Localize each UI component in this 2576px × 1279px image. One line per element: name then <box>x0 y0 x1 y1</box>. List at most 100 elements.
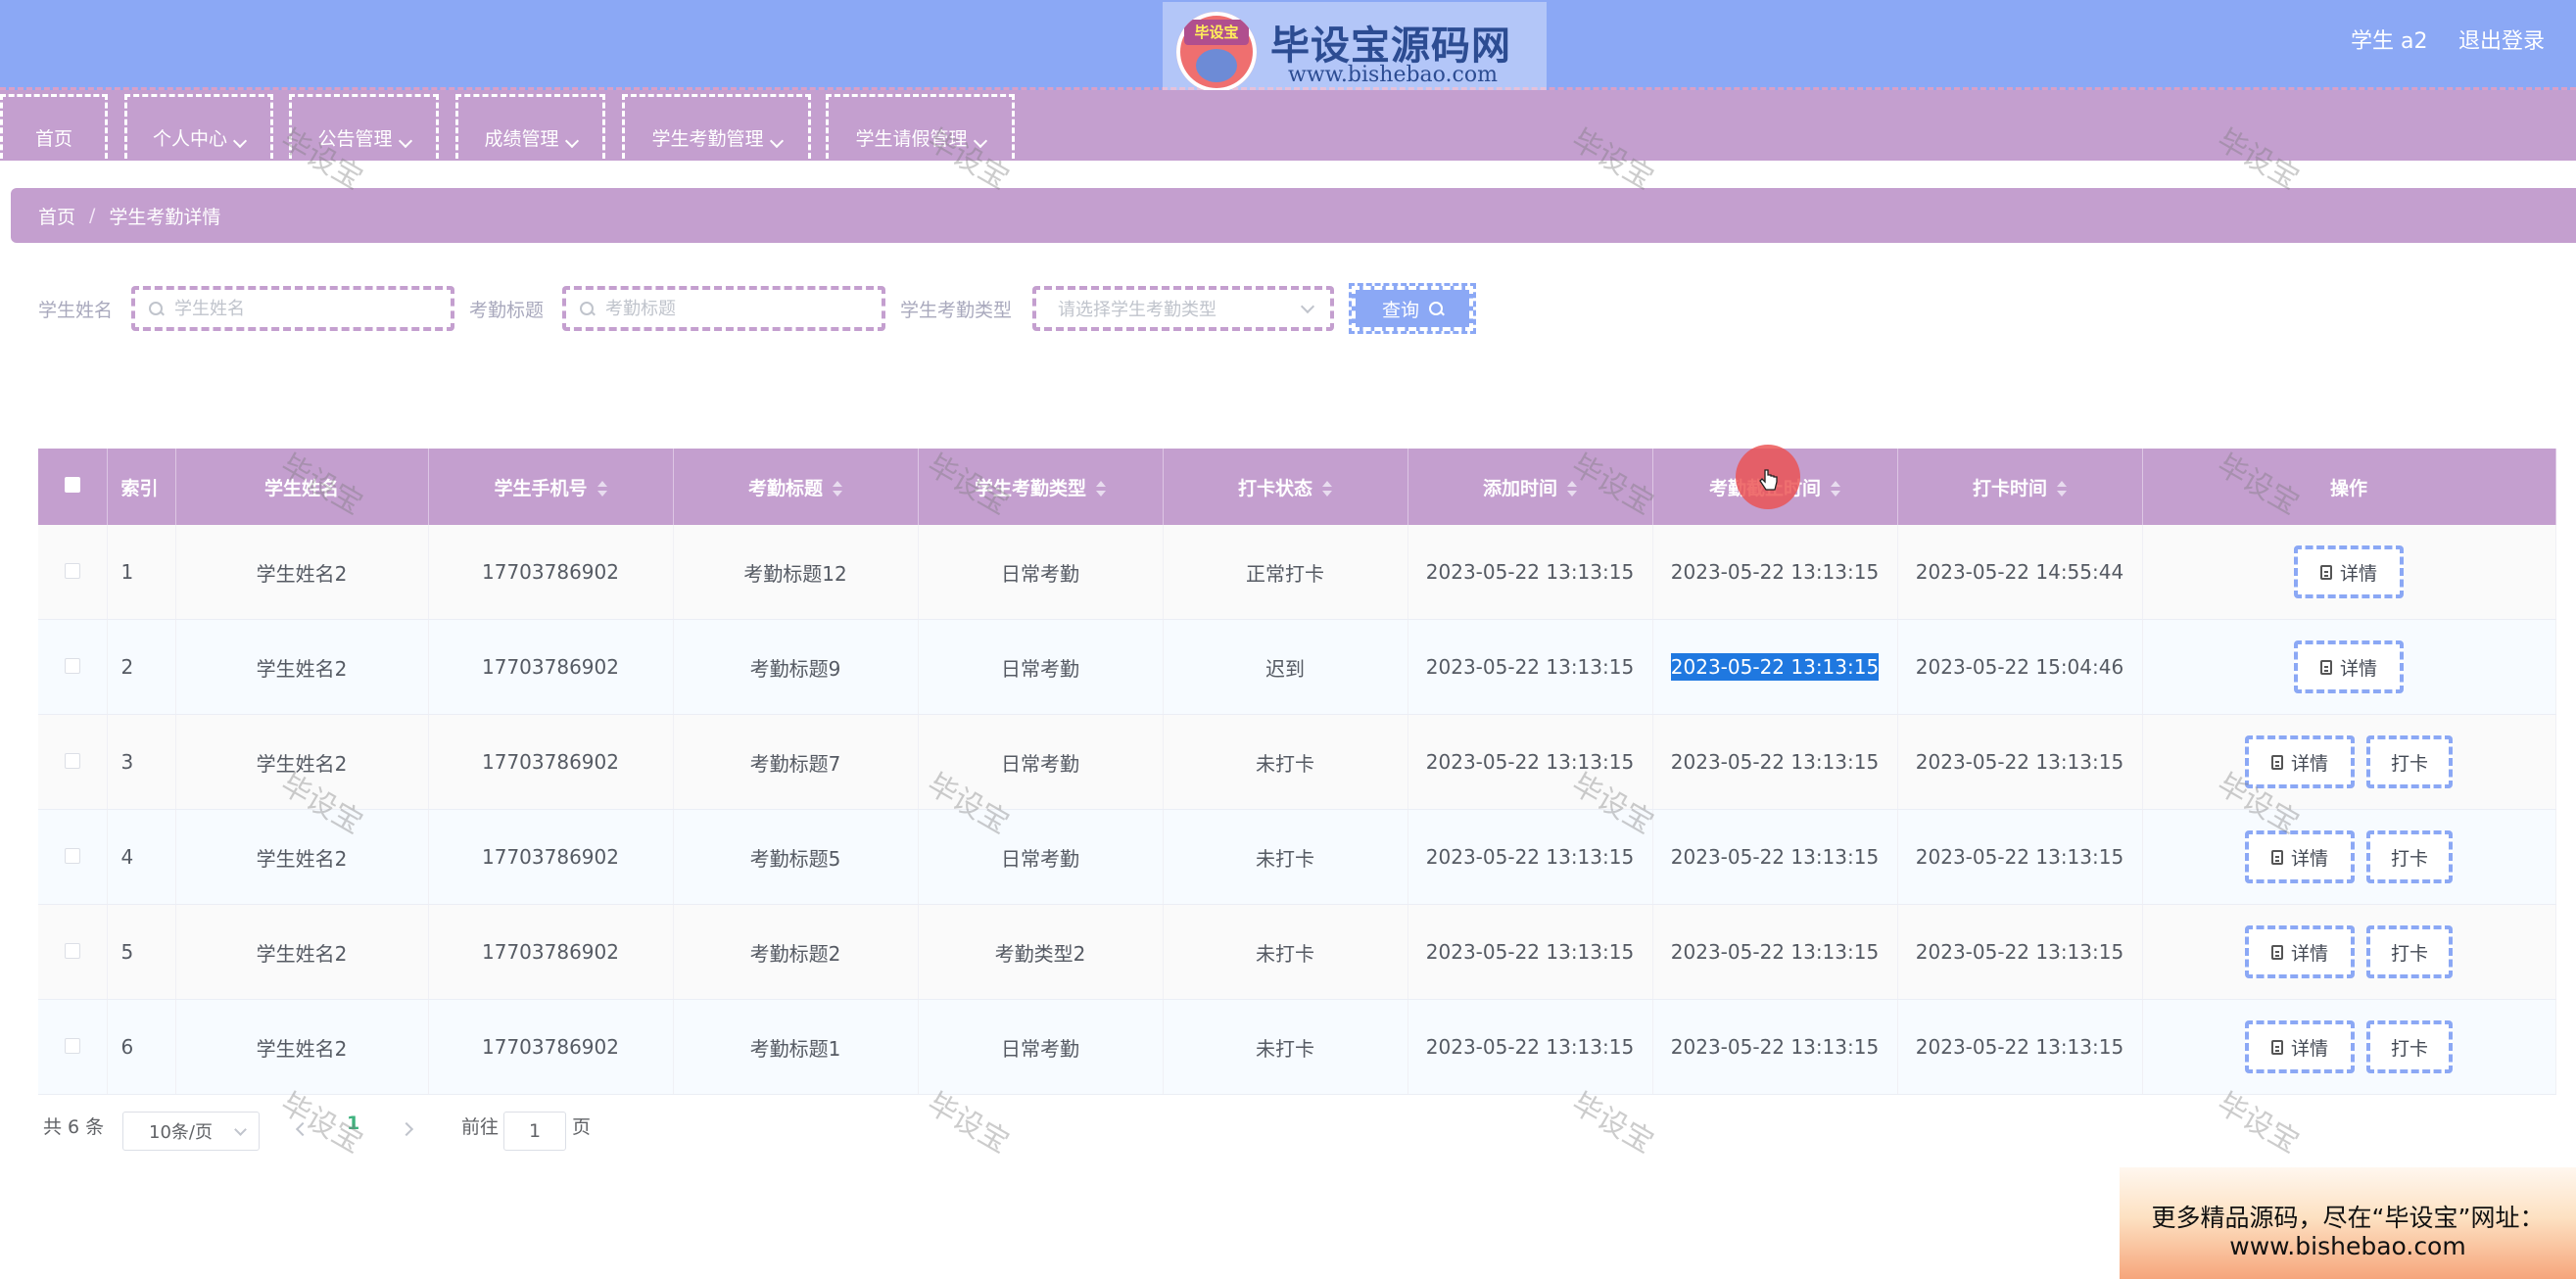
select-all-checkbox[interactable] <box>64 477 80 493</box>
breadcrumb-home[interactable]: 首页 <box>38 203 75 229</box>
cell-index: 5 <box>107 904 176 1000</box>
selected-text: 2023-05-22 13:13:15 <box>1670 653 1880 681</box>
table-row: 3 学生姓名2 17703786902 考勤标题7 日常考勤 未打卡 2023-05-22 … <box>38 714 2556 810</box>
page-number-current[interactable]: 1 <box>347 1113 359 1134</box>
student-name-input[interactable] <box>172 297 451 320</box>
sort-icon[interactable] <box>1831 481 1840 497</box>
sort-icon[interactable] <box>2057 481 2067 497</box>
table-row: 6 学生姓名2 17703786902 考勤标题1 日常考勤 未打卡 2023-05-22 … <box>38 999 2556 1095</box>
nav-item-notice[interactable]: 公告管理 <box>289 94 439 159</box>
detail-button[interactable]: 详情 <box>2245 735 2355 788</box>
chevron-down-icon <box>564 133 579 149</box>
cell-title: 考勤标题7 <box>673 714 919 810</box>
cell-actions: 详情 打卡 <box>2142 809 2556 905</box>
document-icon <box>2270 1039 2283 1055</box>
row-checkbox[interactable] <box>64 943 80 959</box>
cell-phone: 17703786902 <box>428 714 674 810</box>
goto-page-input[interactable]: 1 <box>503 1112 566 1151</box>
cell-deadline: 2023-05-22 13:13:15 <box>1652 619 1898 715</box>
select-all-cell[interactable] <box>38 449 108 525</box>
cell-punch_time: 2023-05-22 14:55:44 <box>1897 525 2143 620</box>
query-button[interactable]: 查询 <box>1349 283 1476 334</box>
prev-page-icon[interactable] <box>295 1121 310 1137</box>
title-label: 考勤标题 <box>469 300 545 321</box>
logout-link[interactable]: 退出登录 <box>2458 24 2545 55</box>
nav-item-attendance[interactable]: 学生考勤管理 <box>622 94 811 159</box>
cell-status: 未打卡 <box>1163 999 1408 1095</box>
cell-index: 1 <box>107 525 176 620</box>
row-select-cell[interactable] <box>38 904 108 1000</box>
search-icon <box>1429 302 1443 315</box>
page-size-value: 10条/页 <box>149 1122 213 1143</box>
cell-deadline: 2023-05-22 13:13:15 <box>1652 999 1898 1095</box>
detail-button[interactable]: 详情 <box>2294 640 2404 693</box>
column-header-sortable[interactable]: 学生手机号 <box>428 449 674 525</box>
row-checkbox[interactable] <box>64 753 80 769</box>
row-select-cell[interactable] <box>38 525 108 620</box>
nav-item-personal-center[interactable]: 个人中心 <box>124 94 273 159</box>
title-input[interactable] <box>603 297 882 320</box>
sort-icon[interactable] <box>833 481 842 497</box>
document-icon <box>2270 944 2283 960</box>
nav-item-home[interactable]: 首页 <box>0 94 108 159</box>
cell-punch_time: 2023-05-22 13:13:15 <box>1897 999 2143 1095</box>
sort-icon[interactable] <box>1322 481 1332 497</box>
sort-icon[interactable] <box>1567 481 1577 497</box>
next-page-icon[interactable] <box>399 1121 414 1137</box>
promo-banner[interactable]: 更多精品源码，尽在“毕设宝”网址： www.bishebao.com <box>2120 1167 2576 1279</box>
row-select-cell[interactable] <box>38 619 108 715</box>
cell-status: 正常打卡 <box>1163 525 1408 620</box>
row-select-cell[interactable] <box>38 809 108 905</box>
detail-button[interactable]: 详情 <box>2294 545 2404 598</box>
cell-name: 学生姓名2 <box>175 525 429 620</box>
table-row: 4 学生姓名2 17703786902 考勤标题5 日常考勤 未打卡 2023-05-22 … <box>38 809 2556 905</box>
cell-name: 学生姓名2 <box>175 904 429 1000</box>
page-size-select[interactable]: 10条/页 <box>122 1112 260 1151</box>
table-row: 1 学生姓名2 17703786902 考勤标题12 日常考勤 正常打卡 2023-05-2… <box>38 525 2556 620</box>
punch-button[interactable]: 打卡 <box>2366 830 2453 883</box>
student-name-label: 学生姓名 <box>38 300 114 321</box>
row-checkbox[interactable] <box>64 848 80 864</box>
row-select-cell[interactable] <box>38 714 108 810</box>
row-checkbox[interactable] <box>64 1038 80 1054</box>
document-icon <box>2270 849 2283 865</box>
column-header: 索引 <box>107 449 176 525</box>
cell-name: 学生姓名2 <box>175 809 429 905</box>
cell-name: 学生姓名2 <box>175 714 429 810</box>
sort-icon[interactable] <box>596 481 607 497</box>
column-header-sortable[interactable]: 考勤标题 <box>673 449 919 525</box>
cell-phone: 17703786902 <box>428 525 674 620</box>
cell-name: 学生姓名2 <box>175 619 429 715</box>
main-nav: 首页 个人中心 公告管理 成绩管理 学生考勤管理 学生请假管理 <box>0 90 2576 161</box>
cell-status: 未打卡 <box>1163 714 1408 810</box>
promo-line2: www.bishebao.com <box>2229 1232 2466 1260</box>
cell-title: 考勤标题1 <box>673 999 919 1095</box>
detail-button[interactable]: 详情 <box>2245 925 2355 978</box>
punch-button[interactable]: 打卡 <box>2366 925 2453 978</box>
chevron-down-icon <box>1300 299 1315 313</box>
row-checkbox[interactable] <box>64 658 80 674</box>
punch-button[interactable]: 打卡 <box>2366 735 2453 788</box>
column-header-sortable[interactable]: 学生考勤类型 <box>918 449 1164 525</box>
cell-phone: 17703786902 <box>428 809 674 905</box>
top-header: 毕设宝 毕设宝源码网 www.bishebao.com 学生 a2 退出登录 <box>0 0 2576 100</box>
column-header-sortable[interactable]: 打卡时间 <box>1897 449 2143 525</box>
type-select[interactable]: 请选择学生考勤类型 <box>1032 286 1334 331</box>
column-header-sortable[interactable]: 添加时间 <box>1407 449 1653 525</box>
row-checkbox[interactable] <box>64 563 80 579</box>
cell-status: 未打卡 <box>1163 809 1408 905</box>
cell-index: 6 <box>107 999 176 1095</box>
nav-item-leave[interactable]: 学生请假管理 <box>826 94 1015 159</box>
title-field[interactable] <box>562 286 885 331</box>
row-select-cell[interactable] <box>38 999 108 1095</box>
goto-label: 前往 <box>461 1116 500 1138</box>
detail-button[interactable]: 详情 <box>2245 1020 2355 1073</box>
sort-icon[interactable] <box>1096 481 1106 497</box>
student-name-field[interactable] <box>131 286 454 331</box>
cell-index: 3 <box>107 714 176 810</box>
column-header-sortable[interactable]: 打卡状态 <box>1163 449 1408 525</box>
detail-button[interactable]: 详情 <box>2245 830 2355 883</box>
cell-deadline: 2023-05-22 13:13:15 <box>1652 525 1898 620</box>
nav-item-grades[interactable]: 成绩管理 <box>455 94 605 159</box>
punch-button[interactable]: 打卡 <box>2366 1020 2453 1073</box>
